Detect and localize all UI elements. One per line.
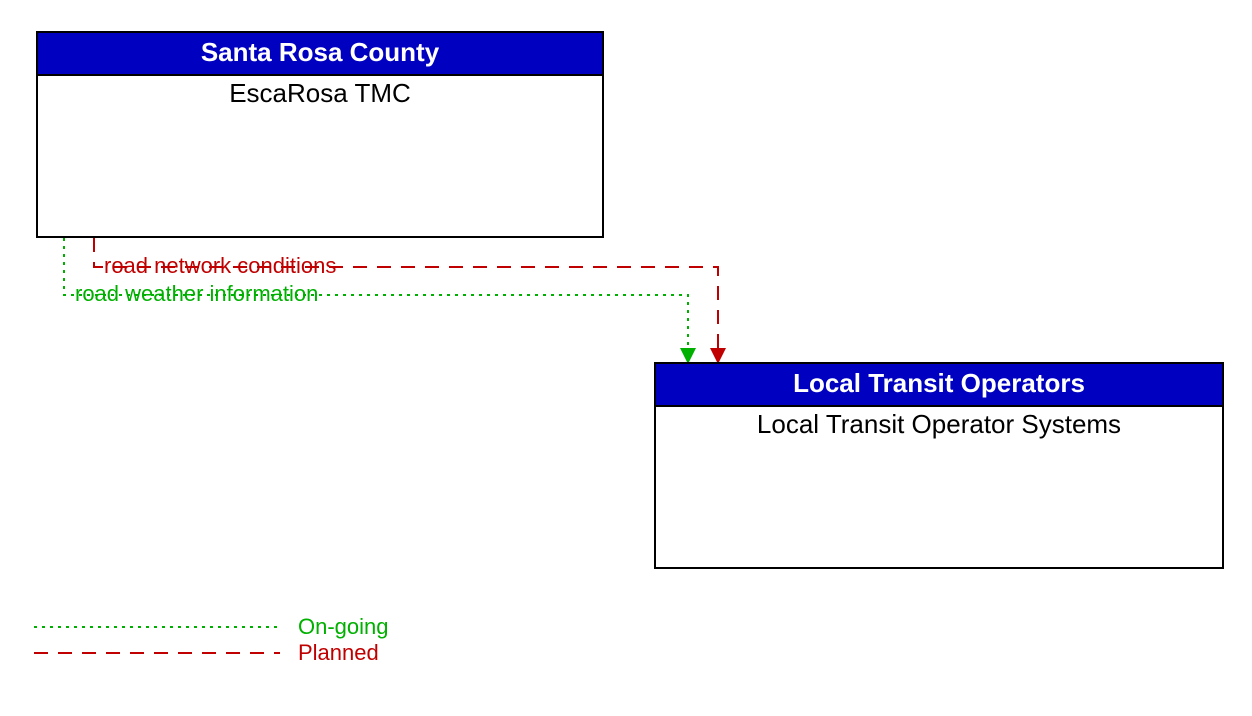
box-escarosa-tmc: Santa Rosa County EscaRosa TMC [36,31,604,238]
legend-planned-label: Planned [298,640,379,666]
diagram-canvas: Santa Rosa County EscaRosa TMC Local Tra… [0,0,1252,716]
legend-ongoing-label: On-going [298,614,389,640]
box-escarosa-tmc-header: Santa Rosa County [38,33,602,76]
box-escarosa-tmc-body: EscaRosa TMC [38,76,602,109]
flow-road-network-conditions-label: road network conditions [104,253,336,279]
box-local-transit-body: Local Transit Operator Systems [656,407,1222,440]
box-local-transit-header: Local Transit Operators [656,364,1222,407]
flow-road-weather-information-label: road weather information [75,281,318,307]
box-local-transit-operator-systems: Local Transit Operators Local Transit Op… [654,362,1224,569]
